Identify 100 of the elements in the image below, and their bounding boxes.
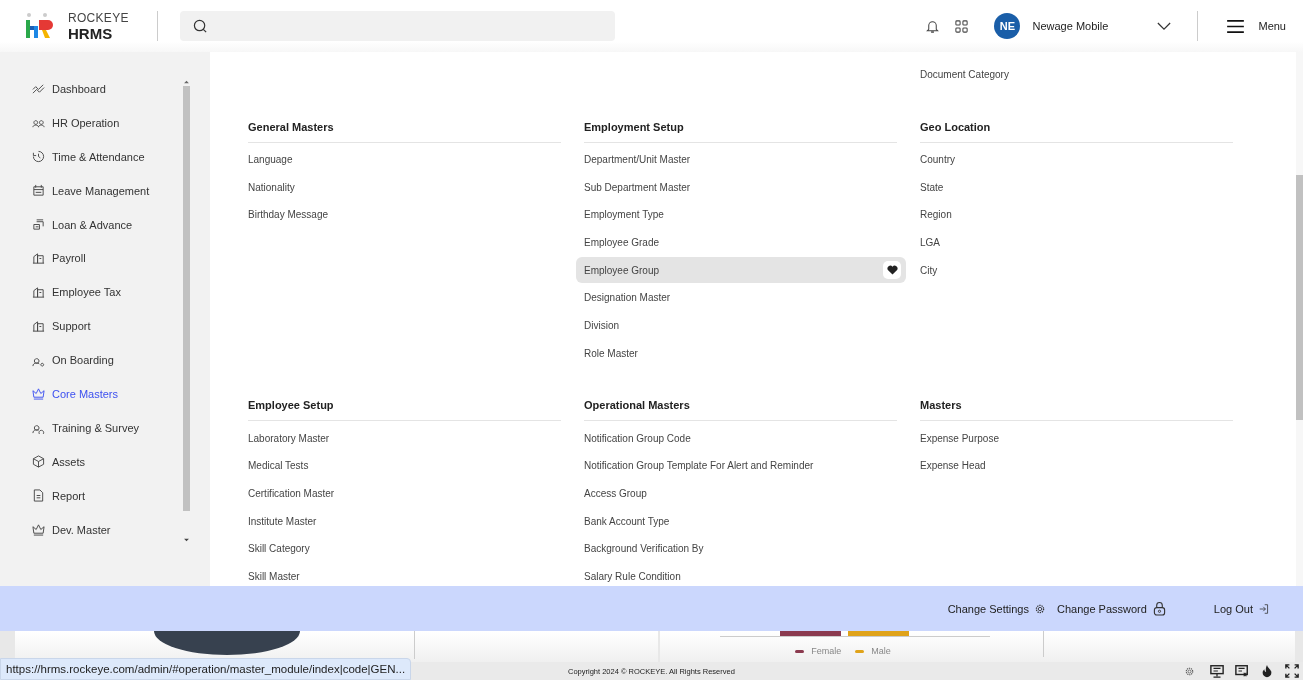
section-heading: Employee Setup: [248, 398, 561, 422]
menu-item[interactable]: Certification Master: [248, 479, 561, 508]
sidebar-item[interactable]: Training & Survey: [32, 410, 182, 445]
sidebar-item[interactable]: Employee Tax: [32, 275, 182, 310]
menu-item[interactable]: Department/Unit Master: [584, 145, 897, 174]
search-field[interactable]: [179, 11, 615, 41]
user-avatar[interactable]: NE: [994, 13, 1021, 39]
menu-item[interactable]: Employee Grade: [584, 228, 897, 257]
monitor-icon[interactable]: [1210, 664, 1224, 678]
menu-item-label: Institute Master: [248, 515, 318, 527]
section-heading: Masters: [920, 398, 1233, 422]
menu-item[interactable]: Skill Master: [248, 562, 561, 586]
apps-grid-icon[interactable]: [954, 18, 970, 34]
chevron-down-icon[interactable]: [1157, 21, 1172, 31]
fullscreen-icon[interactable]: [1285, 664, 1299, 678]
sidebar-item[interactable]: Time & Attendance: [32, 139, 182, 174]
menu-item-label: Region: [920, 209, 953, 221]
card-icon[interactable]: [1235, 664, 1249, 678]
menu-item-label: Expense Purpose: [920, 432, 1000, 444]
sidebar-item[interactable]: Leave Management: [32, 173, 182, 208]
menu-item[interactable]: Country: [920, 145, 1233, 174]
coin-stack-icon: [32, 218, 45, 231]
sidebar-item[interactable]: Dev. Master: [32, 512, 182, 547]
logo-title: HRMS: [68, 25, 114, 41]
menu-item[interactable]: State: [920, 173, 1233, 202]
crown-icon: [32, 523, 45, 536]
section-heading: General Masters: [248, 119, 561, 143]
calendar-icon: [32, 184, 45, 198]
menu-item[interactable]: Notification Group Code: [584, 424, 897, 452]
menu-item[interactable]: Sub Department Master: [584, 173, 897, 202]
menu-item-label: Employee Group: [584, 264, 661, 276]
menu-icon: [1227, 19, 1245, 33]
lock-icon: [1152, 601, 1166, 616]
menu-item-label: State: [920, 181, 945, 193]
menu-item-label: Employment Type: [584, 209, 665, 221]
menu-item[interactable]: Language: [248, 145, 561, 174]
sidebar-item[interactable]: Payroll: [32, 241, 182, 276]
menu-item[interactable]: Designation Master: [584, 284, 897, 312]
menu-item-label: Role Master: [584, 347, 639, 359]
menu-item[interactable]: LGA: [920, 228, 1233, 257]
menu-item[interactable]: Background Verification By: [584, 534, 897, 563]
building-icon: [32, 251, 45, 265]
menu-item[interactable]: Laboratory Master: [248, 424, 561, 452]
menu-item[interactable]: Nationality: [248, 173, 561, 202]
account-link[interactable]: Change Password: [1056, 601, 1166, 616]
crown-icon: [32, 387, 45, 401]
menu-button[interactable]: Menu: [1227, 19, 1286, 33]
menu-item[interactable]: City: [920, 256, 1233, 285]
sidebar-item[interactable]: Core Masters: [32, 377, 182, 411]
menu-item[interactable]: Employee Group: [576, 257, 906, 284]
sidebar-item[interactable]: Dashboard: [32, 72, 182, 106]
menu-item[interactable]: Skill Category: [248, 534, 561, 563]
section-heading: Employment Setup: [584, 119, 897, 143]
sidebar-item[interactable]: HR Operation: [32, 105, 182, 140]
menu-item[interactable]: Access Group: [584, 479, 897, 508]
trend-lines-icon: [32, 82, 45, 96]
menu-item[interactable]: Medical Tests: [248, 451, 561, 480]
menu-item-label: Designation Master: [584, 292, 672, 304]
menu-item[interactable]: Role Master: [584, 339, 897, 368]
menu-item-label: Language: [248, 154, 294, 166]
favorite-button[interactable]: [883, 261, 901, 280]
scrollbar-thumb[interactable]: [182, 86, 190, 511]
menu-item[interactable]: Notification Group Template For Alert and Reminder: [584, 451, 897, 480]
menu-item-label: Salary Rule Condition: [584, 570, 682, 582]
menu-item[interactable]: Expense Purpose: [920, 424, 1233, 452]
scroll-up-icon[interactable]: [182, 80, 190, 84]
scrollbar-thumb[interactable]: [1296, 175, 1303, 420]
sidebar-item[interactable]: On Boarding: [32, 343, 182, 377]
menu-item[interactable]: Salary Rule Condition: [584, 562, 897, 586]
legend-label: Male: [871, 646, 891, 656]
flame-icon[interactable]: [1260, 664, 1274, 678]
sidebar-item[interactable]: Support: [32, 309, 182, 344]
menu-item[interactable]: Document Category: [920, 61, 1233, 89]
logo-icon: [25, 12, 53, 40]
account-link[interactable]: Log Out: [1213, 602, 1269, 615]
document-icon: [32, 489, 45, 503]
menu-item[interactable]: Institute Master: [248, 507, 561, 535]
bell-icon[interactable]: [925, 18, 941, 34]
menu-item[interactable]: Employment Type: [584, 201, 897, 229]
sidebar-item[interactable]: Report: [32, 478, 182, 513]
gear-icon: [1034, 603, 1045, 614]
menu-item-label: LGA: [920, 237, 941, 249]
scroll-down-icon[interactable]: [182, 538, 190, 542]
chart-bar: [847, 631, 909, 636]
menu-item[interactable]: Birthday Message: [248, 201, 561, 229]
menu-item-label: Skill Category: [248, 543, 311, 555]
logo-text: ROCKEYE: [68, 11, 129, 24]
building-icon: [32, 319, 45, 333]
section-heading: Operational Masters: [584, 398, 897, 422]
gear-icon[interactable]: [1185, 666, 1194, 676]
building-icon: [32, 285, 45, 299]
account-link[interactable]: Change Settings: [947, 602, 1045, 615]
menu-item[interactable]: Region: [920, 201, 1233, 229]
section-heading: Geo Location: [920, 119, 1233, 143]
menu-item[interactable]: Division: [584, 311, 897, 340]
menu-item[interactable]: Bank Account Type: [584, 507, 897, 535]
menu-item[interactable]: Expense Head: [920, 451, 1233, 480]
sidebar-item[interactable]: Assets: [32, 444, 182, 479]
sidebar-item[interactable]: Loan & Advance: [32, 207, 182, 242]
clock-icon: [32, 150, 45, 164]
